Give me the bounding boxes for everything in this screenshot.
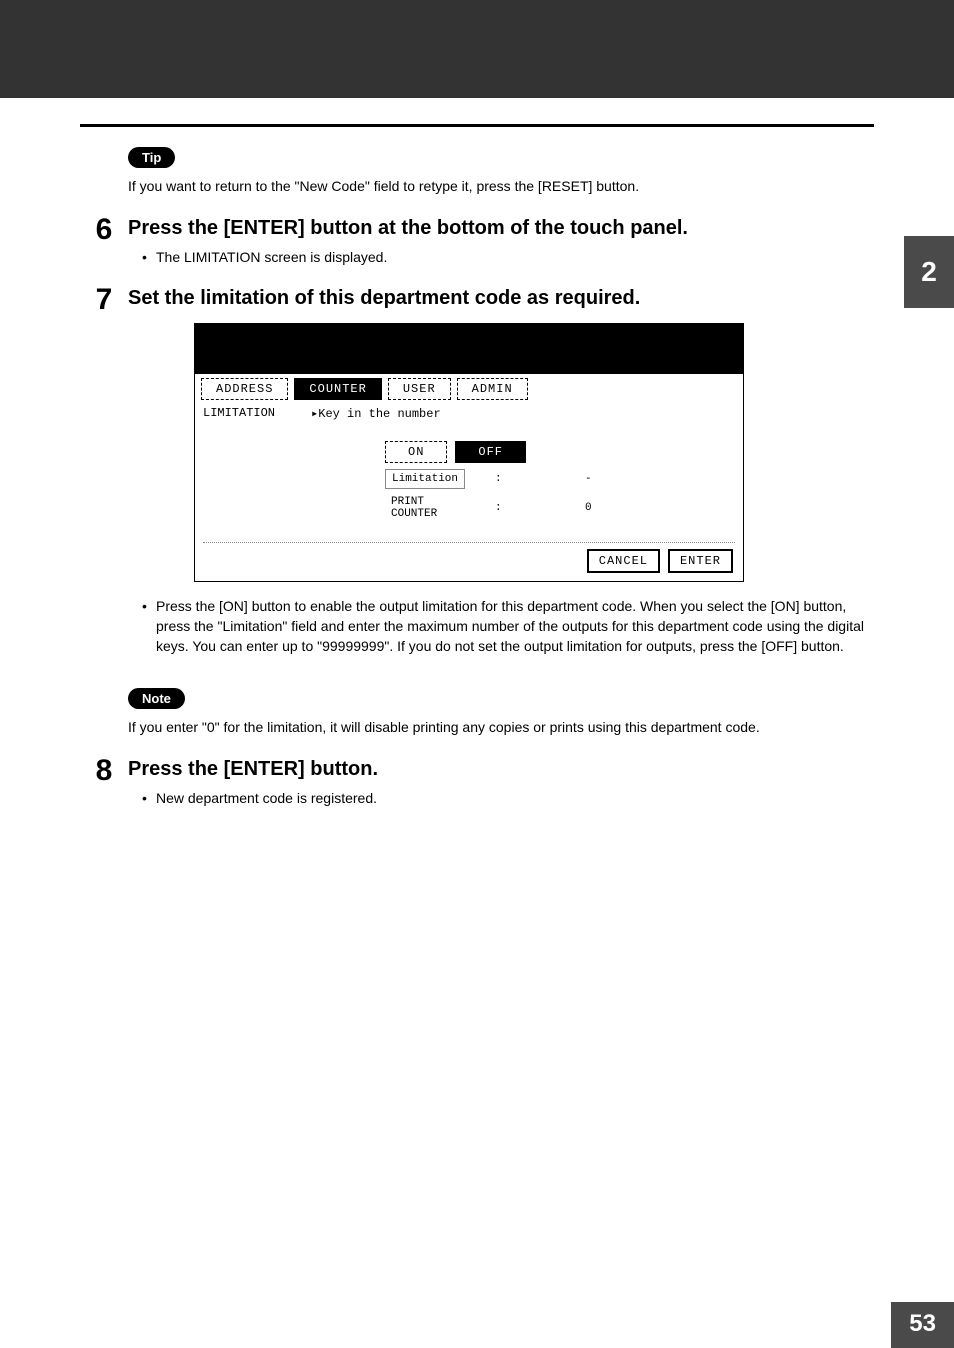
top-header-bar (0, 0, 954, 98)
step-title: Press the [ENTER] button. (128, 756, 874, 782)
limitation-screenshot: ADDRESS COUNTER USER ADMIN LIMITATION ▸K… (194, 323, 744, 581)
tab-user[interactable]: USER (388, 378, 451, 400)
step-bullet: Press the [ON] button to enable the outp… (142, 596, 874, 657)
on-button[interactable]: ON (385, 441, 447, 463)
note-text: If you enter "0" for the limitation, it … (128, 717, 874, 738)
limitation-value: - (532, 473, 592, 485)
print-counter-value: 0 (532, 502, 592, 514)
tab-address[interactable]: ADDRESS (201, 378, 288, 400)
enter-button[interactable]: ENTER (668, 549, 733, 573)
tab-counter[interactable]: COUNTER (294, 378, 381, 400)
colon: : (495, 473, 502, 485)
page-footer: 53 (0, 1302, 954, 1348)
limitation-label: LIMITATION (203, 406, 275, 421)
step-title: Set the limitation of this department co… (128, 285, 874, 311)
step-8: 8 Press the [ENTER] button. New departme… (80, 756, 874, 822)
step-bullet: The LIMITATION screen is displayed. (142, 247, 874, 267)
tip-pill: Tip (128, 147, 175, 168)
step-number: 7 (80, 285, 128, 317)
cancel-button[interactable]: CANCEL (587, 549, 660, 573)
screenshot-tabs: ADDRESS COUNTER USER ADMIN (195, 374, 743, 400)
limitation-field[interactable]: Limitation (385, 469, 465, 489)
tip-text: If you want to return to the "New Code" … (128, 176, 874, 197)
step-number: 6 (80, 215, 128, 281)
note-pill: Note (128, 688, 185, 709)
print-counter-label: PRINT COUNTER (385, 493, 465, 523)
chapter-side-tab: 2 (904, 236, 954, 308)
colon: : (495, 502, 502, 514)
off-button[interactable]: OFF (455, 441, 526, 463)
step-7: 7 Set the limitation of this department … (80, 285, 874, 317)
page-number: 53 (891, 1302, 954, 1348)
step-6: 6 Press the [ENTER] button at the bottom… (80, 215, 874, 281)
step-number: 8 (80, 756, 128, 822)
screenshot-blackbar (195, 324, 743, 374)
page-content: Tip If you want to return to the "New Co… (0, 127, 954, 823)
limitation-hint: ▸Key in the number (311, 406, 441, 421)
step-bullet: New department code is registered. (142, 788, 874, 808)
step-title: Press the [ENTER] button at the bottom o… (128, 215, 874, 241)
tab-admin[interactable]: ADMIN (457, 378, 528, 400)
limitation-header: LIMITATION ▸Key in the number (195, 400, 743, 423)
